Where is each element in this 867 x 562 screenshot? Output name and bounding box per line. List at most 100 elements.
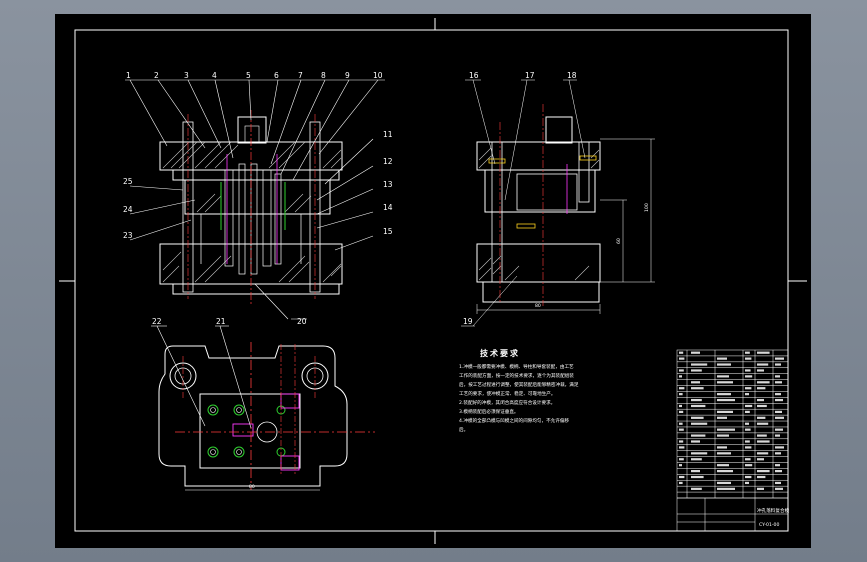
parts-list-cell-mark <box>717 357 727 360</box>
parts-list-cell-mark <box>679 446 685 449</box>
part-label-16: 16 <box>469 71 479 80</box>
parts-list-cell-mark <box>775 375 780 378</box>
parts-list-cell-mark <box>679 428 684 431</box>
parts-list-cell-mark <box>717 428 735 431</box>
parts-list-cell-mark <box>775 393 781 396</box>
parts-list-cell-mark <box>757 363 769 366</box>
parts-list-cell-mark <box>691 351 700 354</box>
parts-list-cell-mark <box>745 357 752 360</box>
parts-list-cell-mark <box>717 470 733 473</box>
parts-list-cell-mark <box>775 446 784 449</box>
parts-list-cell-mark <box>757 458 764 461</box>
parts-list-cell-mark <box>717 375 729 378</box>
part-label-6: 6 <box>274 71 279 80</box>
parts-list-cell-mark <box>717 481 731 485</box>
parts-list-cell-mark <box>691 369 702 372</box>
parts-list-cell-mark <box>679 464 682 467</box>
parts-list-cell-mark <box>757 398 764 402</box>
parts-list-cell-mark <box>679 387 685 390</box>
parts-list-cell-mark <box>717 487 735 490</box>
parts-list-cell-mark <box>757 470 770 473</box>
parts-list-cell-mark <box>757 404 767 408</box>
part-label-21: 21 <box>216 317 226 326</box>
parts-list-cell-mark <box>775 363 781 366</box>
part-label-20: 20 <box>297 317 307 326</box>
parts-list-cell-mark <box>717 381 733 384</box>
part-label-7: 7 <box>298 71 303 80</box>
drawing-sheet[interactable]: 100 60 80 80 技术要求 1.冲模一般都需要冲模、模柄、导柱和导套装配… <box>55 14 811 548</box>
part-label-1: 1 <box>126 71 131 80</box>
parts-list-cell-mark <box>717 398 735 402</box>
parts-list-cell-mark <box>679 440 684 443</box>
parts-list-cell-mark <box>757 387 766 390</box>
parts-list-cell-mark <box>775 410 782 413</box>
parts-list-cell-mark <box>679 369 684 372</box>
parts-list-cell-mark <box>745 375 753 378</box>
parts-list-cell-mark <box>679 458 684 461</box>
parts-list-cell-mark <box>745 458 751 461</box>
parts-list-cell-mark <box>775 398 783 402</box>
inner-border <box>74 29 789 532</box>
parts-list-cell-mark <box>775 428 783 431</box>
title-block-name: 冲孔落料复合模 <box>757 507 790 514</box>
parts-list-cell-mark <box>757 422 769 425</box>
parts-list-cell-mark <box>757 351 770 354</box>
parts-list-cell-mark <box>745 387 752 390</box>
part-label-3: 3 <box>184 71 189 80</box>
front-section-view <box>125 79 385 320</box>
parts-list-cell-mark <box>775 452 781 455</box>
parts-list-cell-mark <box>679 422 683 425</box>
parts-list-cell-mark <box>717 446 727 449</box>
parts-list-cell-mark <box>679 351 684 354</box>
parts-list-cell-mark <box>745 404 753 408</box>
part-label-8: 8 <box>321 71 326 80</box>
part-label-24: 24 <box>123 205 133 214</box>
parts-list-cell-mark <box>745 410 750 413</box>
parts-list-cell-mark <box>717 434 729 437</box>
parts-list-cell-mark <box>757 487 764 490</box>
parts-list-cell-mark <box>745 475 752 479</box>
parts-list-cell-mark <box>775 470 782 473</box>
cad-viewport[interactable]: 100 60 80 80 技术要求 1.冲模一般都需要冲模、模柄、导柱和导套装配… <box>0 0 867 562</box>
tech-note-1: 1.冲模一般都需要冲模、模柄、导柱和导套装配，由工艺 <box>459 363 574 370</box>
part-label-19: 19 <box>463 317 473 326</box>
parts-list-cell-mark <box>717 363 731 366</box>
parts-list-cell-mark <box>757 440 770 443</box>
part-label-10: 10 <box>373 71 383 80</box>
parts-list-cell-mark <box>691 470 700 473</box>
parts-list-cell-mark <box>717 464 729 467</box>
parts-list-cell-mark <box>691 381 700 384</box>
parts-list-fill <box>679 351 784 490</box>
parts-list-cell-mark <box>745 422 749 425</box>
parts-list-cell-mark <box>745 446 752 449</box>
parts-list-cell-mark <box>691 452 708 455</box>
svg-text:60: 60 <box>616 238 622 244</box>
part-label-15: 15 <box>383 227 393 236</box>
parts-list-cell-mark <box>691 458 702 461</box>
parts-list-cell-mark <box>745 369 751 372</box>
part-label-25: 25 <box>123 177 133 186</box>
cad-drawing: 100 60 80 80 技术要求 1.冲模一般都需要冲模、模柄、导柱和导套装配… <box>59 18 807 544</box>
parts-list-cell-mark <box>691 363 708 366</box>
parts-list-cell-mark <box>679 404 682 408</box>
part-label-11: 11 <box>383 130 393 139</box>
part-label-18: 18 <box>567 71 577 80</box>
tech-note-3: 后，按工艺过程进行调整，使其装配后能够精密冲裁，满足 <box>459 381 579 388</box>
top-plan-view: 80 <box>151 325 375 491</box>
parts-list-cell-mark <box>775 464 780 467</box>
parts-list-cell-mark <box>679 475 685 479</box>
part-label-4: 4 <box>212 71 217 80</box>
parts-list-cell-mark <box>757 381 770 384</box>
tech-note-5: 2.装配好的冲模，其闭合高度应符合设计要求。 <box>459 399 555 406</box>
part-label-22: 22 <box>152 317 162 326</box>
tech-note-2: 工作的装配方面，按一定的技术要求，逐个为其装配组装 <box>459 372 574 379</box>
parts-list-cell-mark <box>691 416 704 419</box>
part-label-17: 17 <box>525 71 535 80</box>
technical-requirements: 技术要求 1.冲模一般都需要冲模、模柄、导柱和导套装配，由工艺 工作的装配方面，… <box>459 348 579 433</box>
parts-list-cell-mark <box>775 434 780 437</box>
parts-list-cell-mark <box>691 387 704 390</box>
parts-list-cell-mark <box>745 464 753 467</box>
parts-list-cell-mark <box>691 440 700 443</box>
side-section-view: 100 60 80 <box>461 79 655 327</box>
tech-note-6: 3.模柄装配后必须保证垂直。 <box>459 408 519 415</box>
